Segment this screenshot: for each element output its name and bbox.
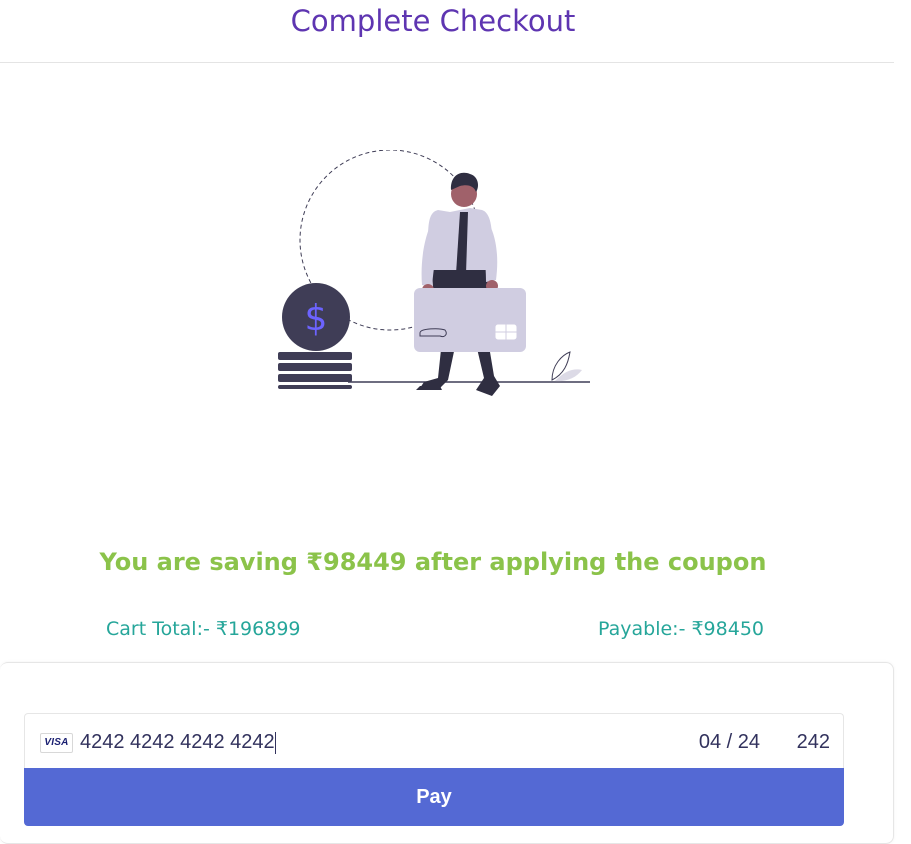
cart-total-label: Cart Total:- ₹196899 — [106, 618, 301, 640]
coin-stack — [278, 352, 352, 389]
card-expiry-input[interactable] — [680, 727, 760, 757]
payable-amount-label: Payable:- ₹98450 — [598, 618, 764, 640]
dollar-coin-icon: $ — [282, 283, 350, 351]
savings-message: You are saving ₹98449 after applying the… — [99, 548, 767, 576]
pay-button[interactable]: Pay — [24, 768, 844, 826]
card-number-input[interactable] — [80, 727, 640, 757]
card-details-field[interactable]: VISA — [24, 713, 844, 770]
header-divider — [0, 62, 894, 63]
visa-card-icon: VISA — [40, 733, 73, 753]
credit-card-graphic — [414, 288, 526, 352]
svg-text:$: $ — [305, 298, 328, 339]
page-title: Complete Checkout — [290, 4, 576, 38]
checkout-illustration: $ — [278, 150, 590, 396]
person — [416, 172, 500, 396]
text-cursor — [275, 732, 276, 754]
leaf-icon — [551, 351, 582, 382]
card-cvc-input[interactable] — [770, 727, 830, 757]
